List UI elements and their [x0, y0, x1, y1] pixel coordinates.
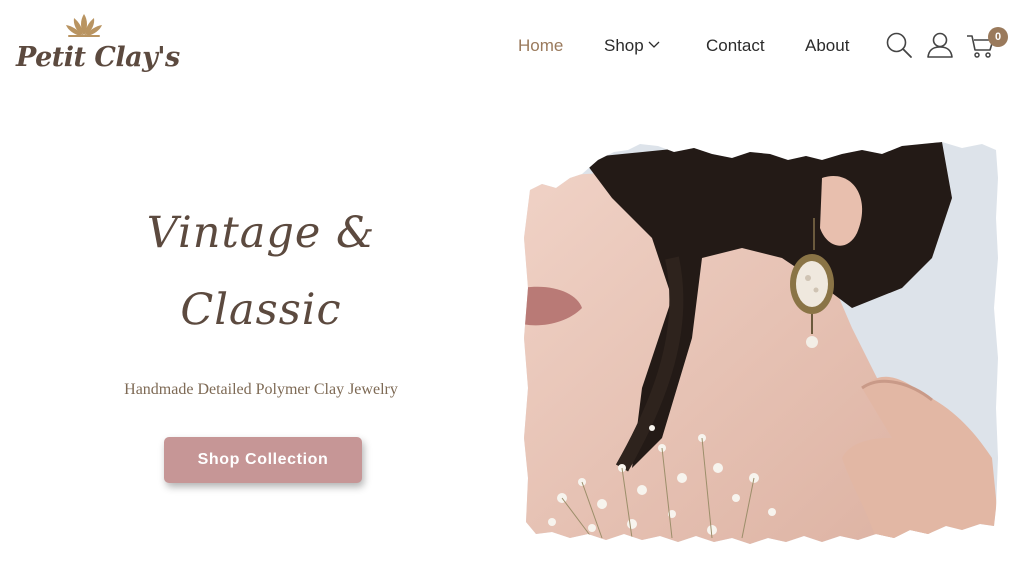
- chevron-down-icon: [648, 41, 660, 48]
- search-icon[interactable]: [884, 30, 914, 60]
- logo-wordmark: Petit Clay's: [16, 42, 180, 73]
- site-header: Petit Clay's Home Shop Contact About 0: [0, 0, 1024, 92]
- hero-title-line2: Classic: [180, 285, 342, 335]
- logo[interactable]: Petit Clay's: [14, 12, 180, 82]
- nav-contact[interactable]: Contact: [706, 36, 765, 56]
- hero-title-line1: Vintage &: [146, 208, 376, 258]
- cart-count-badge: 0: [988, 27, 1008, 47]
- nav-shop[interactable]: Shop: [604, 36, 660, 56]
- nav-shop-label: Shop: [604, 36, 644, 55]
- nav-home[interactable]: Home: [518, 36, 563, 56]
- hero-image: [524, 142, 998, 544]
- hero-subtitle: Handmade Detailed Polymer Clay Jewelry: [124, 381, 398, 398]
- nav-about[interactable]: About: [805, 36, 849, 56]
- fan-leaf-icon: [66, 14, 102, 37]
- shop-collection-button[interactable]: Shop Collection: [164, 437, 362, 483]
- user-icon[interactable]: [925, 30, 955, 60]
